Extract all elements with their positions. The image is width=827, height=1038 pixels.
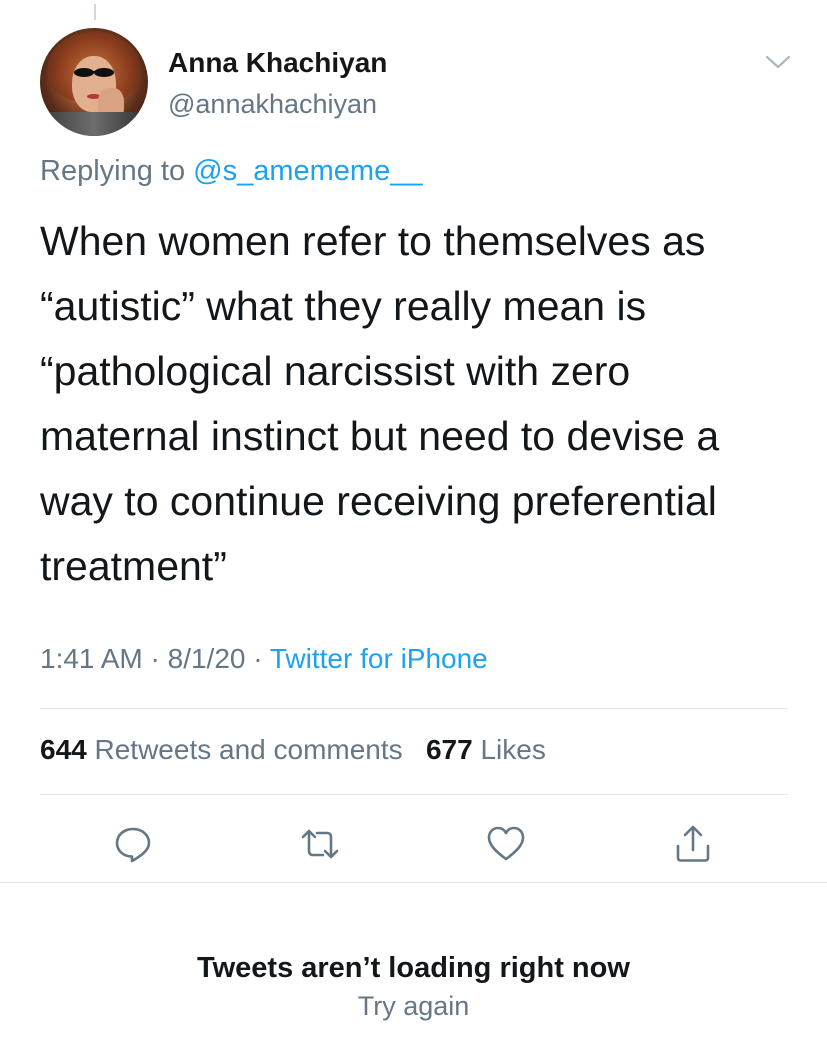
retweet-icon[interactable] [300, 824, 340, 864]
heart-icon[interactable] [486, 824, 526, 864]
share-icon[interactable] [673, 824, 713, 864]
retweets-stat[interactable]: 644 Retweets and comments [40, 734, 403, 765]
divider [40, 794, 788, 795]
replying-to-label: Replying to [40, 155, 186, 187]
section-divider [0, 882, 827, 883]
meta-separator: · [253, 643, 263, 674]
tweet-time[interactable]: 1:41 AM [40, 643, 143, 674]
author-handle[interactable]: @annakhachiyan [168, 89, 377, 120]
retweets-label: Retweets and comments [94, 734, 403, 765]
meta-separator: · [150, 643, 160, 674]
replying-to: Replying to @s_amememe__ [40, 155, 422, 188]
likes-stat[interactable]: 677 Likes [426, 734, 546, 765]
tweet-meta: 1:41 AM · 8/1/20 · Twitter for iPhone [40, 643, 488, 675]
error-title: Tweets aren’t loading right now [197, 952, 630, 984]
thread-connector-line [94, 4, 96, 20]
likes-label: Likes [480, 734, 546, 765]
tweet-date[interactable]: 8/1/20 [168, 643, 246, 674]
reply-icon[interactable] [113, 824, 153, 864]
reply-mention-link[interactable]: @s_amememe__ [193, 155, 422, 187]
divider [40, 708, 788, 709]
author-name[interactable]: Anna Khachiyan [168, 47, 387, 79]
chevron-down-icon[interactable] [764, 52, 792, 72]
try-again-button[interactable]: Try again [0, 991, 827, 1022]
tweet-text: When women refer to themselves as “autis… [40, 218, 720, 589]
tweet-source-link[interactable]: Twitter for iPhone [270, 643, 488, 674]
retweets-count: 644 [40, 734, 87, 765]
likes-count: 677 [425, 734, 473, 765]
tweet-stats: 644 Retweets and comments 677 Likes [40, 734, 546, 766]
avatar[interactable] [40, 28, 148, 136]
